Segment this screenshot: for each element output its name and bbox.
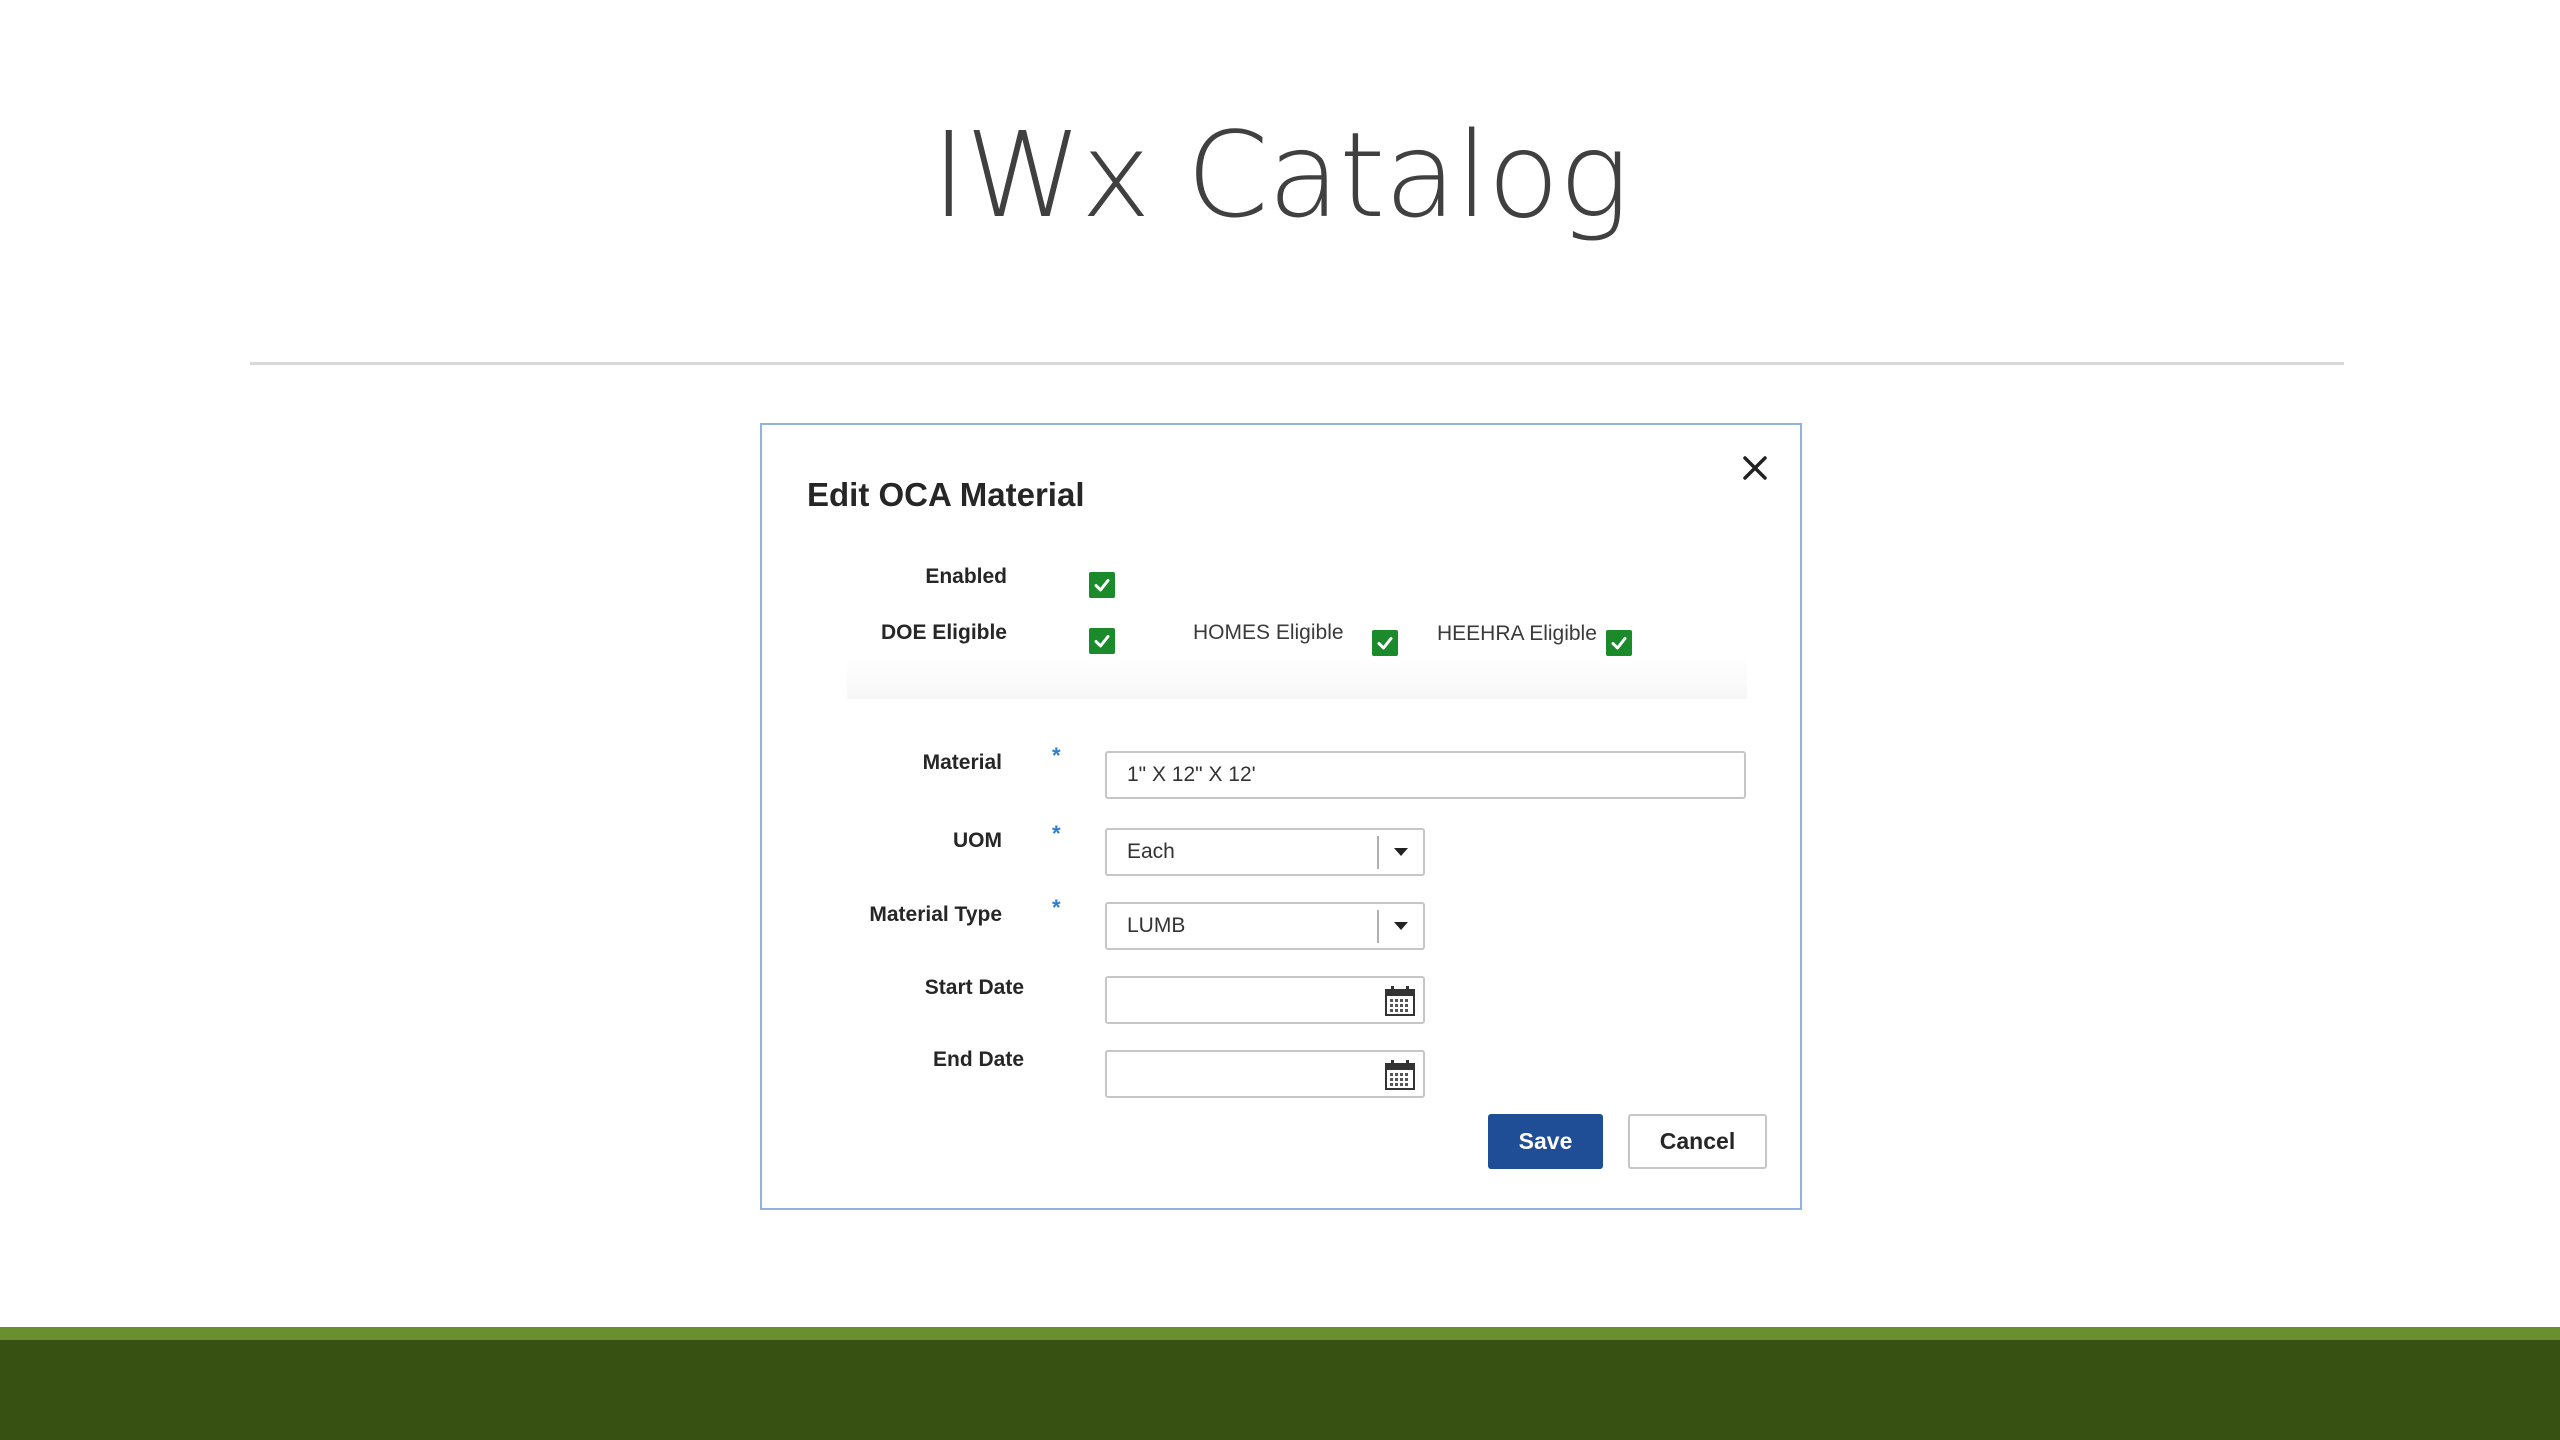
calendar-icon[interactable] xyxy=(1381,982,1419,1020)
chevron-down-icon[interactable] xyxy=(1379,830,1423,874)
material-type-select[interactable]: LUMB xyxy=(1105,902,1425,950)
cancel-button[interactable]: Cancel xyxy=(1628,1114,1767,1169)
uom-select[interactable]: Each xyxy=(1105,828,1425,876)
save-button[interactable]: Save xyxy=(1488,1114,1603,1169)
checkmark-icon xyxy=(1094,579,1110,592)
start-date-input[interactable] xyxy=(1105,976,1425,1024)
checkmark-icon xyxy=(1094,635,1110,648)
enabled-checkbox[interactable] xyxy=(1089,572,1115,598)
enabled-label: Enabled xyxy=(925,565,1007,588)
material-required-mark: * xyxy=(1052,743,1061,768)
title-divider xyxy=(250,362,2344,365)
checkmark-icon xyxy=(1611,637,1627,650)
dialog-title: Edit OCA Material xyxy=(807,476,1085,513)
uom-value: Each xyxy=(1127,840,1175,863)
doe-eligible-checkbox[interactable] xyxy=(1089,628,1115,654)
material-type-required-mark: * xyxy=(1052,895,1061,920)
close-icon xyxy=(1743,456,1767,480)
heehra-eligible-label: HEEHRA Eligible xyxy=(1437,622,1597,645)
heehra-eligible-checkbox[interactable] xyxy=(1606,630,1632,656)
calendar-icon[interactable] xyxy=(1381,1056,1419,1094)
start-date-label: Start Date xyxy=(924,976,1024,999)
material-type-value: LUMB xyxy=(1127,914,1186,937)
material-label: Material xyxy=(922,751,1002,774)
checkmark-icon xyxy=(1377,637,1393,650)
material-type-label: Material Type xyxy=(869,903,1002,926)
chevron-down-icon[interactable] xyxy=(1379,904,1423,948)
edit-material-dialog: Edit OCA Material Enabled DOE Eligible H… xyxy=(760,423,1802,1210)
uom-required-mark: * xyxy=(1052,821,1061,846)
homes-eligible-checkbox[interactable] xyxy=(1372,630,1398,656)
doe-eligible-label: DOE Eligible xyxy=(880,621,1007,644)
form-section-divider xyxy=(847,657,1747,699)
homes-eligible-label: HOMES Eligible xyxy=(1193,621,1344,644)
end-date-label: End Date xyxy=(932,1048,1024,1071)
slide-title: IWx Catalog xyxy=(931,106,1630,244)
material-input[interactable]: 1" X 12" X 12' xyxy=(1105,751,1746,799)
close-button[interactable] xyxy=(1732,445,1778,491)
footer-band xyxy=(0,1327,2560,1440)
footer-accent-stripe xyxy=(0,1327,2560,1340)
end-date-input[interactable] xyxy=(1105,1050,1425,1098)
uom-label: UOM xyxy=(953,829,1002,852)
